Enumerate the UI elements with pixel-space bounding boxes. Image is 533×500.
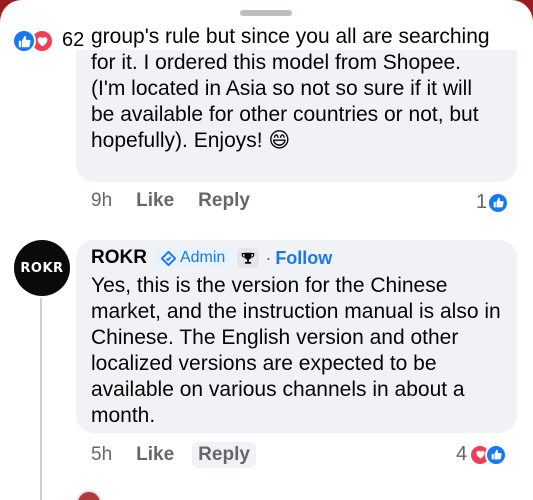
avatar[interactable] — [76, 490, 102, 500]
follow-separator: · — [265, 247, 272, 268]
comment-reactions[interactable]: 1 — [476, 191, 510, 214]
comment-reaction-count: 1 — [476, 191, 488, 213]
trophy-icon — [242, 252, 255, 264]
reply-button[interactable]: Reply — [198, 190, 250, 212]
comment-text-partial: group's rule but since you all are searc… — [91, 25, 490, 48]
next-reply — [76, 490, 102, 500]
comment-author[interactable]: ROKR — [91, 247, 147, 269]
comment-reactions[interactable]: 4 — [456, 443, 508, 466]
comment-bubble: group's rule but since you all are searc… — [76, 25, 517, 182]
admin-shield-icon — [160, 250, 176, 266]
avatar-logo-text: ROKR — [20, 260, 64, 276]
comment-actions: 5h Like Reply — [91, 442, 256, 468]
like-reaction-icon — [12, 29, 36, 53]
comments-sheet: 62 group's rule but since you all are se… — [0, 0, 533, 500]
thread-line — [40, 298, 42, 500]
like-button[interactable]: Like — [136, 444, 174, 466]
comment-actions: 9h Like Reply — [91, 190, 250, 212]
reply-button[interactable]: Reply — [192, 442, 256, 468]
comment-timestamp[interactable]: 9h — [91, 190, 112, 212]
follow-label: Follow — [275, 247, 333, 268]
like-button[interactable]: Like — [136, 190, 174, 212]
comment-bubble: ROKR Admin · Follow Yes, this is the vers… — [76, 240, 517, 433]
comment-text: for it. I ordered this model from Shopee… — [91, 51, 479, 152]
post-reactions-summary[interactable]: 62 — [12, 27, 84, 53]
like-reaction-icon — [487, 191, 510, 214]
admin-badge[interactable]: Admin — [154, 248, 232, 268]
reaction-count: 62 — [62, 28, 85, 51]
sheet-drag-handle[interactable] — [240, 10, 292, 16]
reaction-icons — [12, 27, 58, 53]
comment-header: ROKR Admin · Follow — [91, 247, 332, 269]
comment-timestamp[interactable]: 5h — [91, 444, 112, 466]
comment-text: Yes, this is the version for the Chinese… — [91, 274, 501, 427]
avatar[interactable]: ROKR — [14, 240, 70, 296]
admin-badge-label: Admin — [179, 249, 226, 266]
trophy-badge[interactable] — [237, 248, 260, 268]
comment-reaction-count: 4 — [456, 443, 468, 465]
like-reaction-icon — [485, 443, 508, 466]
follow-button[interactable]: · Follow — [265, 248, 332, 269]
